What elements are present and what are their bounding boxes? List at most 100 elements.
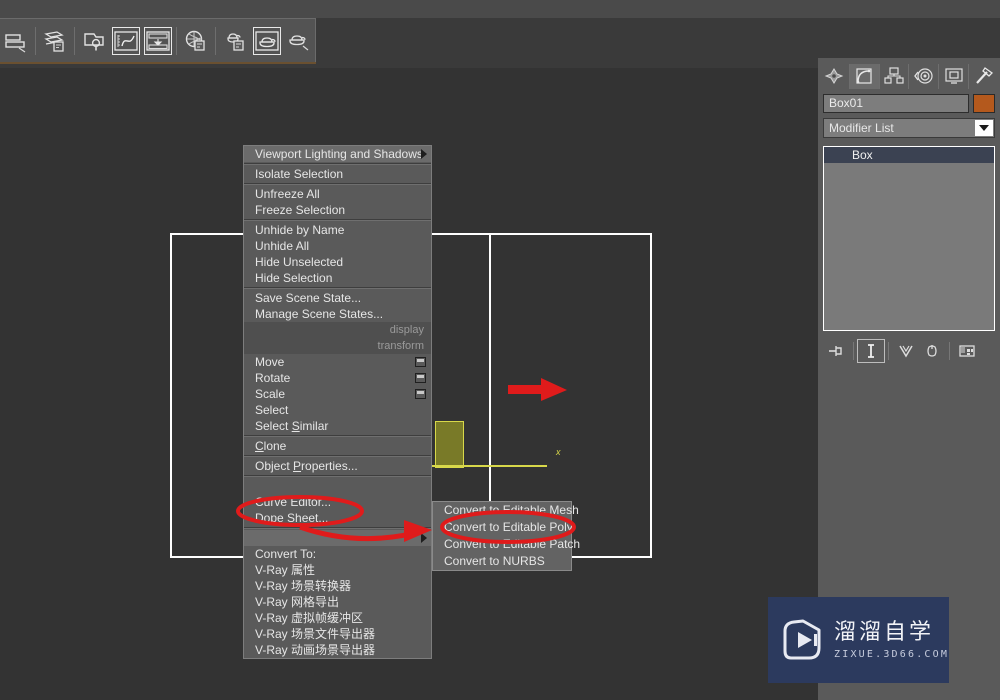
watermark-text: 溜溜自学 ZIXUE.3D66.COM [834,620,949,660]
settings-box-icon[interactable] [415,373,426,383]
render-setup-icon[interactable] [252,26,282,56]
material-explorer-icon[interactable] [220,26,250,56]
make-unique-icon[interactable] [893,340,919,362]
stack-button-separator [949,342,950,360]
menu-item-dope-sheet[interactable]: Curve Editor... [244,494,431,510]
display-tab[interactable] [938,63,968,89]
menu-item-vray-animation-exporter[interactable]: V-Ray 场景文件导出器 [244,626,431,642]
chevron-right-icon [421,533,427,543]
settings-box-icon[interactable] [415,357,426,367]
modifier-stack[interactable]: Box [823,146,995,331]
show-end-result-icon[interactable] [857,339,885,363]
quad-context-menu[interactable]: Viewport Lighting and Shadows Isolate Se… [243,145,432,659]
modifier-list-dropdown[interactable]: Modifier List [823,118,995,138]
menu-item-vray-scene-file-exporter[interactable]: V-Ray 虚拟帧缓冲区 [244,610,431,626]
menu-item-scale[interactable]: Scale [244,386,431,402]
material-editor-icon[interactable] [181,26,211,56]
menu-item-unhide-by-name[interactable]: Unhide by Name [244,222,431,238]
menu-item-move[interactable]: Move [244,354,431,370]
curve-editor-icon[interactable] [111,26,141,56]
command-panel-tabs [820,62,998,90]
toolbar-separator [176,27,178,55]
menu-section-transform: transform [244,338,431,354]
layer-manager-icon[interactable] [1,26,31,56]
menu-separator [244,183,431,185]
menu-separator [244,219,431,221]
menu-item-select[interactable]: Select [244,402,431,418]
pin-stack-icon[interactable] [823,340,849,362]
menu-item-vray-vfb[interactable]: V-Ray 网格导出 [244,594,431,610]
modifier-stack-buttons [823,338,995,364]
menu-separator [244,287,431,289]
modifier-stack-item-box[interactable]: Box [824,147,994,163]
menu-item-viewport-lighting-and-shadows[interactable]: Viewport Lighting and Shadows [244,146,431,162]
hierarchy-tab[interactable] [878,63,909,89]
object-name-row: Box01 [823,94,995,113]
axis-x-label: x [556,447,561,457]
box-object-geometry[interactable] [435,421,464,468]
submenu-item-convert-to-editable-patch[interactable]: Convert to Editable Patch [433,536,580,553]
play-logo-icon [781,618,825,662]
chevron-right-icon [421,149,427,159]
object-color-swatch[interactable] [973,94,995,113]
menu-separator [244,163,431,165]
object-name-field[interactable]: Box01 [823,94,969,113]
main-toolbar [0,18,316,64]
menu-item-curve-editor[interactable] [244,478,431,494]
watermark-url: ZIXUE.3D66.COM [834,649,950,660]
submenu-item-convert-to-editable-mesh[interactable]: Convert to Editable Mesh [433,502,579,519]
motion-tab[interactable] [908,63,938,89]
menu-label: Viewport Lighting and Shadows [255,147,423,161]
menu-item-vray-scene-converter[interactable]: V-Ray 属性 [244,562,431,578]
toolbar-separator [73,27,75,55]
menu-item-vray-mesh-export[interactable]: V-Ray 场景转换器 [244,578,431,594]
watermark: 溜溜自学 ZIXUE.3D66.COM [768,597,949,683]
menu-separator [244,475,431,477]
menu-separator [244,455,431,457]
stack-button-separator [888,342,889,360]
menu-item-vray-properties[interactable]: Convert To: [244,546,431,562]
main-toolbar-top-strip [0,0,1000,18]
modifier-list-label: Modifier List [829,121,894,135]
menu-separator [244,527,431,529]
schematic-view-icon[interactable] [143,26,173,56]
menu-item-convert-to[interactable] [244,530,431,546]
app-root: x Box01 Modifier List Box Viewport Light… [0,0,1000,700]
menu-item-freeze-selection[interactable]: Freeze Selection [244,202,431,218]
menu-item-save-scene-state[interactable]: Save Scene State... [244,290,431,306]
menu-item-hide-unselected[interactable]: Hide Unselected [244,254,431,270]
light-lister-icon[interactable] [79,26,109,56]
menu-item-manage-scene-states[interactable]: Manage Scene States... [244,306,431,322]
menu-item-unhide-all[interactable]: Unhide All [244,238,431,254]
menu-item-object-properties[interactable]: Object Properties... [244,458,431,474]
menu-separator [244,435,431,437]
menu-item-wire-parameters[interactable]: Dope Sheet... [244,510,431,526]
utilities-tab[interactable] [968,63,998,89]
submenu-item-convert-to-editable-poly[interactable]: Convert to Editable Poly [433,519,573,536]
stack-button-separator [853,342,854,360]
submenu-item-convert-to-nurbs[interactable]: Convert to NURBS [433,553,571,570]
render-production-icon[interactable] [284,26,314,56]
menu-item-select-similar[interactable]: Select Similar [244,418,431,434]
configure-modifier-sets-icon[interactable] [954,340,980,362]
settings-box-icon[interactable] [415,389,426,399]
menu-label: Scale [255,387,286,401]
menu-label: Move [255,355,285,369]
watermark-chinese: 溜溜自学 [834,620,935,645]
convert-to-submenu[interactable]: Convert to Editable Mesh Convert to Edit… [432,501,580,571]
menu-item-hide-selection[interactable]: Hide Selection [244,270,431,286]
menu-item-rotate[interactable]: Rotate [244,370,431,386]
menu-label: Rotate [255,371,291,385]
menu-item-clone[interactable]: Clone [244,438,431,454]
remove-modifier-icon[interactable] [919,340,945,362]
layers-icon[interactable] [40,26,70,56]
create-tab[interactable] [820,64,849,89]
modify-tab[interactable] [848,63,879,89]
box-object-baseline [432,465,547,467]
chevron-down-icon[interactable] [975,120,993,136]
toolbar-separator [215,27,217,55]
menu-item-isolate-selection[interactable]: Isolate Selection [244,166,431,182]
menu-item-vray-bitmap-to-vrayhdri[interactable]: V-Ray 动画场景导出器 [244,642,431,658]
menu-item-unfreeze-all[interactable]: Unfreeze All [244,186,431,202]
menu-section-display: display [244,322,431,338]
